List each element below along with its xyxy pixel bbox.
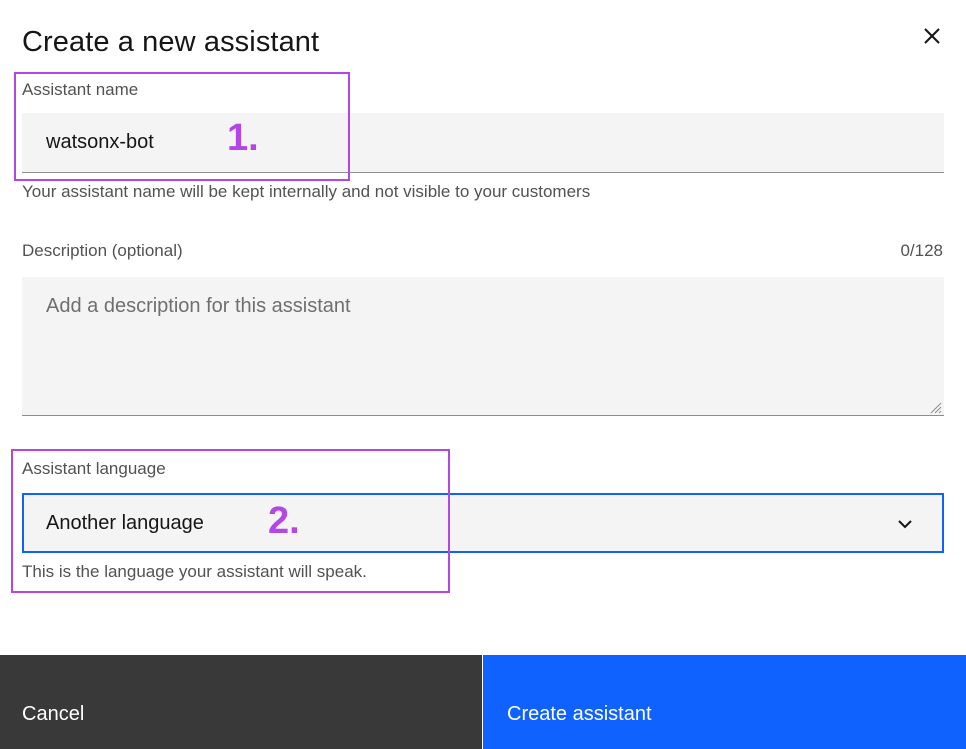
chevron-down-icon [898,520,912,529]
modal-footer: Cancel Create assistant [0,655,966,749]
resize-grip-icon[interactable] [928,400,942,414]
assistant-name-input[interactable] [22,113,944,173]
annotation-number-2: 2. [268,500,300,542]
assistant-language-helper: This is the language your assistant will… [22,562,367,581]
close-button[interactable] [914,18,950,54]
assistant-language-select[interactable]: Another language [22,493,944,553]
assistant-language-value: Another language [46,511,204,534]
cancel-button[interactable]: Cancel [0,655,482,749]
assistant-name-helper: Your assistant name will be kept interna… [22,182,591,201]
create-assistant-button[interactable]: Create assistant [482,655,966,749]
annotation-number-1: 1. [227,117,259,159]
create-assistant-modal: Create a new assistant Assistant name Yo… [0,0,966,749]
assistant-name-label: Assistant name [22,80,139,99]
description-label: Description (optional) [22,241,183,260]
close-icon [924,28,940,44]
description-counter: 0/128 [900,241,943,260]
assistant-language-label: Assistant language [22,459,166,478]
description-textarea[interactable] [22,277,944,416]
modal-title: Create a new assistant [22,26,320,58]
